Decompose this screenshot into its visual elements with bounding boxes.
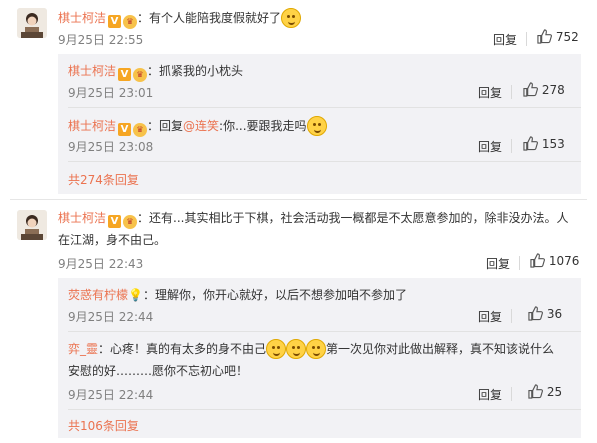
comment-body: ：还有...其实相比于下棋，社会活动我一概都是不太愿意参加的，除非没办法。人 — [137, 211, 569, 225]
reply-body: ：回复 — [147, 119, 184, 133]
reply-list: 棋士柯洁 V ♛ ：抓紧我的小枕头 9月25日 23:01 回复 278 棋士柯洁 V ♛… — [58, 54, 581, 194]
reply-time: 9月25日 22:44 — [68, 310, 154, 324]
verified-badge-icon: V — [118, 123, 132, 136]
divider — [526, 32, 527, 46]
reply-text: 荧惑有柠檬💡：理解你，你开心就好，以后不想参加咱不参加了 — [68, 286, 407, 304]
reply-body: :你...要跟我走吗 — [219, 119, 307, 133]
comment-body: ：有个人能陪我度假就好了 — [137, 11, 282, 25]
reply-body: ：心疼！真的有太多的身不由己 — [98, 342, 267, 356]
divider — [68, 409, 581, 410]
like-count: 278 — [541, 83, 565, 97]
divider — [511, 139, 512, 153]
comment-text: 棋士柯洁 V ♛ ：有个人能陪我度假就好了 — [58, 8, 302, 29]
reply-time: 9月25日 23:01 — [68, 86, 154, 100]
thumbs-up-icon — [530, 253, 545, 268]
like-count: 36 — [546, 307, 563, 321]
more-replies-link[interactable]: 共274条回复 — [68, 171, 139, 188]
divider — [511, 85, 512, 99]
comment-body-line2: 在江湖，身不由己。 — [58, 233, 167, 247]
like-count: 153 — [541, 137, 565, 151]
reply-body-line2: 安慰的好………愿你不忘初心吧！ — [68, 364, 249, 378]
thumbs-up-icon — [523, 136, 538, 151]
reply-button[interactable]: 回复 — [478, 386, 502, 403]
like-count: 752 — [555, 30, 579, 44]
thumbs-up-icon — [528, 306, 543, 321]
mention-link[interactable]: @连笑 — [183, 119, 219, 133]
avatar[interactable] — [17, 210, 47, 240]
reply-time: 9月25日 23:08 — [68, 140, 154, 154]
thumbs-up-icon — [528, 384, 543, 399]
vip-badge-icon: ♛ — [123, 15, 138, 29]
reply-button[interactable]: 回复 — [478, 84, 502, 101]
smile-face-icon — [306, 116, 327, 136]
divider — [511, 309, 512, 323]
divider — [68, 107, 581, 108]
like-button[interactable]: 36 — [528, 306, 562, 321]
reply-button[interactable]: 回复 — [493, 31, 517, 48]
like-button[interactable]: 1076 — [530, 253, 579, 268]
vip-badge-icon: ♛ — [123, 215, 138, 229]
lightbulb-icon: 💡 — [128, 288, 143, 302]
crying-face-icon — [286, 339, 307, 359]
crying-face-icon — [306, 339, 327, 359]
reply-list: 荧惑有柠檬💡：理解你，你开心就好，以后不想参加咱不参加了 9月25日 22:44… — [58, 278, 581, 438]
comment-text: 棋士柯洁 V ♛ ：还有...其实相比于下棋，社会活动我一概都是不太愿意参加的，除非没… — [58, 207, 568, 229]
thumbs-up-icon — [537, 29, 552, 44]
divider — [511, 387, 512, 401]
reply-author[interactable]: 弈_靈 — [68, 342, 98, 356]
reply-body: ：抓紧我的小枕头 — [147, 64, 244, 78]
like-count: 25 — [546, 385, 563, 399]
divider — [10, 199, 587, 200]
vip-badge-icon: ♛ — [133, 68, 148, 82]
reply-text: 弈_靈：心疼！真的有太多的身不由己 第一次见你对此做出解释，真不知该说什么 — [68, 338, 554, 360]
reply-body: 第一次见你对此做出解释，真不知该说什么 — [326, 342, 555, 356]
reply-button[interactable]: 回复 — [486, 255, 510, 272]
crying-face-icon — [266, 339, 287, 359]
crying-face-icon — [281, 8, 302, 28]
verified-badge-icon: V — [118, 68, 132, 81]
reply-text: 棋士柯洁 V ♛ ：回复@连笑:你...要跟我走吗 — [68, 116, 327, 137]
verified-badge-icon: V — [108, 215, 122, 228]
like-count: 1076 — [548, 254, 580, 268]
like-button[interactable]: 752 — [537, 29, 579, 44]
reply-button[interactable]: 回复 — [478, 308, 502, 325]
reply-author[interactable]: 棋士柯洁 — [68, 119, 116, 133]
comment-author[interactable]: 棋士柯洁 — [58, 11, 106, 25]
comment-time: 9月25日 22:55 — [58, 33, 144, 47]
reply-author[interactable]: 棋士柯洁 — [68, 64, 116, 78]
divider — [68, 331, 581, 332]
comment-time: 9月25日 22:43 — [58, 257, 144, 271]
divider — [519, 256, 520, 270]
like-button[interactable]: 25 — [528, 384, 562, 399]
reply-body: ：理解你，你开心就好，以后不想参加咱不参加了 — [142, 288, 407, 302]
like-button[interactable]: 153 — [523, 136, 565, 151]
avatar[interactable] — [17, 8, 47, 38]
like-button[interactable]: 278 — [523, 82, 565, 97]
reply-author[interactable]: 荧惑有柠檬 — [68, 288, 128, 302]
vip-badge-icon: ♛ — [133, 123, 148, 137]
divider — [68, 161, 581, 162]
reply-time: 9月25日 22:44 — [68, 388, 154, 402]
more-replies-link[interactable]: 共106条回复 — [68, 417, 139, 434]
reply-text: 棋士柯洁 V ♛ ：抓紧我的小枕头 — [68, 62, 243, 82]
reply-button[interactable]: 回复 — [478, 138, 502, 155]
thumbs-up-icon — [523, 82, 538, 97]
verified-badge-icon: V — [108, 15, 122, 28]
comment-author[interactable]: 棋士柯洁 — [58, 211, 106, 225]
